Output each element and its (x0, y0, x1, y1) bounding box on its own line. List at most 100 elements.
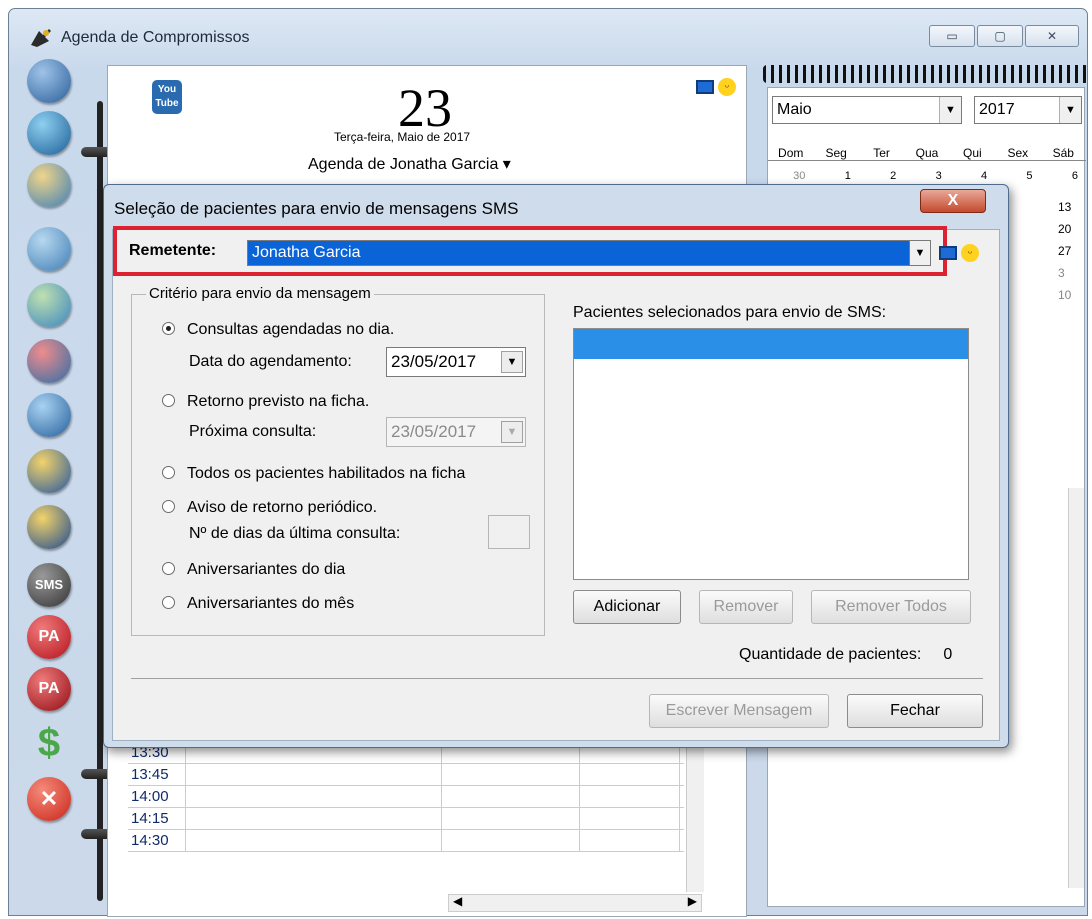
grid-cell[interactable] (186, 808, 442, 829)
calendar-day[interactable]: 10 (1058, 284, 1071, 306)
grid-cell[interactable] (580, 786, 680, 807)
patients-label: Pacientes selecionados para envio de SMS… (573, 304, 887, 321)
calendar-day[interactable]: 3 (1058, 262, 1071, 284)
chevron-down-icon: ▼ (501, 421, 523, 443)
weekday-label: Ter (873, 146, 890, 160)
radio-icon[interactable] (162, 500, 175, 513)
maximize-button[interactable]: ▢ (977, 25, 1023, 47)
calendar-day[interactable]: 6 (1041, 170, 1086, 182)
schedule-add-icon[interactable] (27, 393, 71, 437)
dialog-close-button[interactable]: X (920, 189, 986, 213)
schedule-sync-icon[interactable] (27, 283, 71, 327)
month-select[interactable]: Maio ▼ (772, 96, 962, 124)
schedule-date-picker[interactable]: 23/05/2017 ▼ (386, 347, 526, 377)
patient-count-value: 0 (943, 646, 953, 663)
radio-label: Aviso de retorno periódico. (187, 499, 378, 516)
address-book-icon[interactable] (27, 59, 71, 103)
schedule-search-icon[interactable] (27, 227, 71, 271)
clock-schedule-icon[interactable] (27, 111, 71, 155)
chevron-down-icon[interactable]: ▼ (909, 240, 931, 266)
smiley-icon[interactable]: ᵕ (961, 244, 979, 263)
calendar-day[interactable]: 20 (1058, 218, 1071, 240)
books-icon[interactable] (27, 163, 71, 207)
calendar-day[interactable]: 2 (859, 170, 904, 182)
divider (131, 678, 983, 679)
radio-birthday-day[interactable]: Aniversariantes do dia (162, 561, 345, 579)
close-dialog-button[interactable]: Fechar (847, 694, 983, 728)
radio-icon[interactable] (162, 596, 175, 609)
youtube-icon[interactable]: You Tube (152, 80, 182, 114)
close-app-icon[interactable]: ✕ (27, 777, 71, 821)
vertical-scrollbar[interactable] (1068, 488, 1084, 888)
radio-birthday-month[interactable]: Aniversariantes do mês (162, 595, 354, 613)
close-window-button[interactable]: ✕ (1025, 25, 1079, 47)
radio-icon[interactable] (162, 562, 175, 575)
monitor-icon[interactable] (696, 80, 714, 95)
monitor-icon[interactable] (939, 246, 957, 261)
grid-cell[interactable] (442, 830, 580, 851)
time-slot: 14:00 (128, 786, 186, 807)
radio-scheduled[interactable]: Consultas agendadas no dia. (162, 321, 394, 339)
dollar-icon[interactable]: $ (27, 721, 71, 765)
window-title: Agenda de Compromissos (61, 29, 250, 46)
time-grid: 13:30 13:45 14:00 14:15 14:30 (128, 742, 684, 852)
schedule-delete-icon[interactable] (27, 339, 71, 383)
app-logo-icon (31, 29, 51, 47)
list-item[interactable] (574, 329, 968, 359)
radio-label: Retorno previsto na ficha. (187, 393, 370, 410)
radio-icon[interactable] (162, 394, 175, 407)
vertical-scrollbar[interactable] (686, 742, 704, 892)
grid-cell[interactable] (442, 808, 580, 829)
calendar-day[interactable]: 5 (995, 170, 1040, 182)
table-row[interactable]: 14:30 (128, 830, 684, 852)
grid-cell[interactable] (442, 764, 580, 785)
grid-cell[interactable] (186, 830, 442, 851)
lock-book-2-icon[interactable] (27, 505, 71, 549)
chevron-down-icon[interactable]: ▼ (1059, 97, 1081, 123)
calendar-day[interactable]: 1 (813, 170, 858, 182)
calendar-day[interactable]: 4 (950, 170, 995, 182)
pa-cancel-icon[interactable]: PA (27, 667, 71, 711)
chevron-down-icon[interactable]: ▼ (501, 351, 523, 373)
add-button[interactable]: Adicionar (573, 590, 681, 624)
lock-book-icon[interactable] (27, 449, 71, 493)
radio-return[interactable]: Retorno previsto na ficha. (162, 393, 369, 411)
calendar-day[interactable]: 30 (768, 170, 813, 182)
chevron-down-icon[interactable]: ▼ (939, 97, 961, 123)
table-row[interactable]: 13:45 (128, 764, 684, 786)
scroll-right-icon[interactable]: ▶ (688, 894, 697, 908)
sms-icon[interactable]: SMS (27, 563, 71, 607)
grid-cell[interactable] (580, 764, 680, 785)
next-date-value: 23/05/2017 (391, 422, 477, 441)
agenda-owner-selector[interactable]: Agenda de Jonatha Garcia ▾ (308, 154, 511, 174)
calendar-day[interactable]: 13 (1058, 196, 1071, 218)
year-select[interactable]: 2017 ▼ (974, 96, 1082, 124)
calendar-day[interactable]: 27 (1058, 240, 1071, 262)
minimize-button[interactable]: ▭ (929, 25, 975, 47)
grid-cell[interactable] (442, 786, 580, 807)
scroll-left-icon[interactable]: ◀ (453, 894, 462, 908)
patients-list[interactable] (573, 328, 969, 580)
schedule-date-value: 23/05/2017 (391, 352, 477, 371)
write-message-button[interactable]: Escrever Mensagem (649, 694, 829, 728)
weekday-header: Dom Seg Ter Qua Qui Sex Sáb (768, 146, 1086, 161)
sender-select[interactable]: Jonatha Garcia ▼ (247, 240, 931, 266)
radio-all[interactable]: Todos os pacientes habilitados na ficha (162, 465, 465, 483)
radio-icon[interactable] (162, 466, 175, 479)
calendar-day[interactable]: 3 (904, 170, 949, 182)
remove-all-button[interactable]: Remover Todos (811, 590, 971, 624)
grid-cell[interactable] (580, 808, 680, 829)
pa-icon[interactable]: PA (27, 615, 71, 659)
grid-cell[interactable] (580, 830, 680, 851)
grid-cell[interactable] (186, 786, 442, 807)
radio-checked-icon[interactable] (162, 322, 175, 335)
table-row[interactable]: 14:00 (128, 786, 684, 808)
grid-cell[interactable] (186, 764, 442, 785)
remove-button[interactable]: Remover (699, 590, 793, 624)
horizontal-scrollbar[interactable]: ◀ ▶ (448, 894, 702, 912)
calendar-week: 30 1 2 3 4 5 6 (768, 170, 1086, 182)
month-value: Maio (777, 101, 812, 118)
radio-periodic[interactable]: Aviso de retorno periódico. (162, 499, 377, 517)
smiley-icon[interactable]: ᵕ (718, 78, 736, 97)
table-row[interactable]: 14:15 (128, 808, 684, 830)
